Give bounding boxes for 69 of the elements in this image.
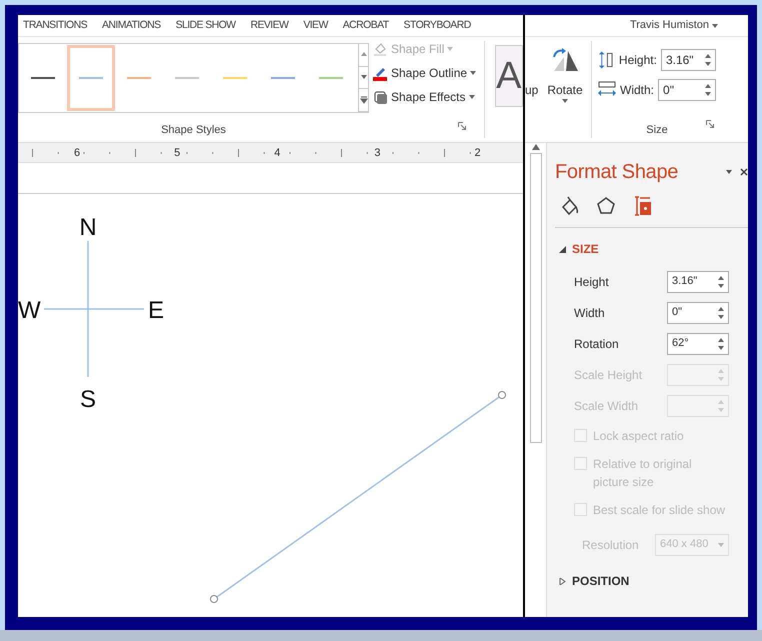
spin-field[interactable]: 62° [667,332,729,354]
more-icon[interactable] [360,96,368,104]
spinner-arrows-icon[interactable] [718,306,724,318]
outline-icon [373,65,388,81]
rotate-button[interactable]: Rotate [545,37,585,142]
ribbon-tab[interactable]: SLIDE SHOW [170,18,246,34]
field-label: Scale Height [574,366,642,384]
rotate-icon [550,47,580,73]
spinner-arrows-icon[interactable] [705,84,712,96]
dialog-launcher-icon[interactable] [458,122,466,130]
checkbox-label: Lock aspect ratio [593,428,684,445]
effects-icon [373,89,388,105]
compass-label: W [18,297,41,324]
ribbon-tab[interactable]: ACROBAT [338,18,399,34]
field-label: Width: [620,82,654,99]
ribbon-tab[interactable]: STORYBOARD [398,18,481,34]
caret-icon [447,47,454,51]
caret-icon [562,99,568,103]
field-label: Scale Width [574,398,638,414]
caret-icon [726,170,732,174]
field-label: Height: [618,52,657,69]
dialog-launcher-icon[interactable] [706,120,714,128]
width-icon [598,81,616,99]
pane-title: Format Shape [555,160,678,185]
size-spinner[interactable]: 3.16" [660,49,716,71]
fill-tab-icon[interactable] [559,195,581,217]
shape-command-button[interactable]: Shape Outline [373,64,476,82]
caret-icon [468,95,474,99]
shape-command-button[interactable]: Shape Effects [373,88,476,106]
field-label: Rotation [574,336,619,352]
caret-icon [470,71,476,75]
expanded-icon[interactable] [559,246,566,252]
checkbox-label: Best scale for slide show [593,502,726,519]
ribbon-tab[interactable]: ANIMATIONS [97,18,171,34]
ribbon-button-label[interactable]: up [525,80,545,98]
scroll-up-icon[interactable] [360,50,368,59]
compass-label: E [148,297,164,324]
checkbox-label: Relative to original picture size [593,456,693,491]
shape-style[interactable] [67,45,115,111]
caret-icon [712,24,718,28]
close-icon[interactable] [740,168,748,176]
ribbon-tab[interactable]: VIEW [298,18,338,34]
section-header[interactable]: POSITION [572,572,630,590]
spin-field[interactable]: 0" [667,302,729,324]
spin-field[interactable]: 3.16" [667,270,729,292]
compass-label: S [80,386,96,413]
spinner-arrows-icon[interactable] [718,276,724,288]
effects-tab-icon[interactable] [595,195,617,217]
field-label: Width [574,304,605,322]
field-label: Resolution [582,536,639,554]
fill-icon [373,41,388,57]
group-label: Shape Styles [161,122,226,138]
ribbon-tab[interactable]: TRANSITIONS [18,18,97,34]
user-name[interactable]: Travis Humiston [630,17,709,34]
spinner-arrows-icon[interactable] [705,54,711,66]
collapsed-icon[interactable] [559,578,566,584]
caret-icon [718,542,724,546]
field-label: Height [574,274,609,290]
ribbon-tab[interactable]: REVIEW [246,18,298,34]
spinner-arrows-icon[interactable] [718,338,724,350]
compass-label: N [79,214,97,241]
height-icon [598,51,615,69]
scroll-down-icon[interactable] [360,74,368,82]
size-spinner[interactable]: 0" [658,79,716,101]
scroll-up-icon[interactable] [530,143,540,151]
section-header[interactable]: SIZE [572,240,599,258]
group-label: Size [646,122,668,138]
scrollbar-thumb[interactable] [530,153,542,443]
wordart-style[interactable]: A [494,45,523,107]
